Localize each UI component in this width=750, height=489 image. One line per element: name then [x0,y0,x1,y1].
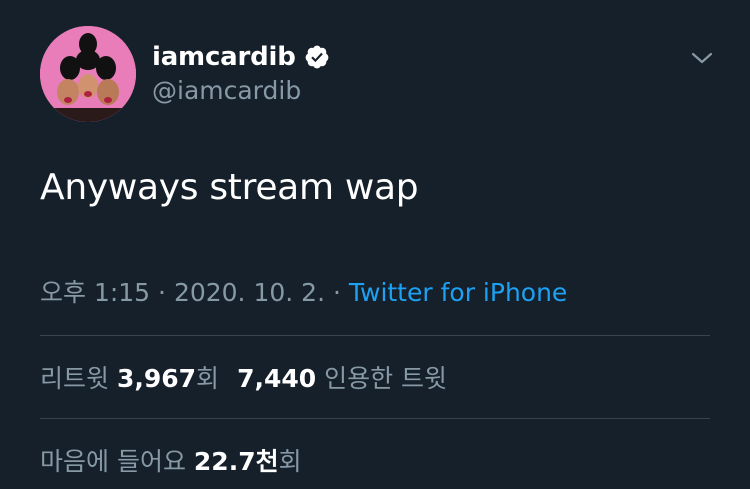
tweet-time[interactable]: 오후 1:15 [40,278,150,307]
tweet-meta: 오후 1:15 · 2020. 10. 2. · Twitter for iPh… [40,273,567,309]
divider [40,418,710,419]
tweet-text: Anyways stream wap [40,167,419,208]
like-stats-row: 마음에 들어요 22.7천회 [40,442,302,478]
likes-link[interactable]: 마음에 들어요 22.7천회 [40,447,302,476]
tweet-date[interactable]: 2020. 10. 2. [174,278,325,307]
like-label: 마음에 들어요 [40,447,186,476]
retweets-link[interactable]: 리트윗 3,967회 [40,364,219,393]
meta-separator: · [150,278,174,307]
tweet-source-link[interactable]: Twitter for iPhone [349,278,567,307]
divider [40,335,710,336]
avatar-image [40,26,136,122]
display-name[interactable]: iamcardib [152,42,296,72]
verified-badge-icon [304,44,330,70]
retweet-stats-row: 리트윗 3,967회 7,440 인용한 트윗 [40,359,447,395]
author-handle[interactable]: @iamcardib [152,76,301,105]
retweet-label: 리트윗 [40,364,110,393]
meta-separator: · [325,278,349,307]
retweet-count: 3,967 [116,364,197,393]
quote-count: 7,440 [237,364,317,393]
chevron-down-icon[interactable] [688,44,716,72]
tweet-detail: iamcardib @iamcardib Anyways stream wap … [0,0,750,489]
retweet-suffix: 회 [196,364,220,393]
like-suffix: 회 [278,447,302,476]
quote-label: 인용한 트윗 [324,364,448,393]
author-name-row: iamcardib [152,40,330,74]
quote-tweets-link[interactable]: 7,440 인용한 트윗 [237,364,447,393]
profile-avatar[interactable] [40,26,136,122]
like-count: 22.7천 [193,447,279,476]
